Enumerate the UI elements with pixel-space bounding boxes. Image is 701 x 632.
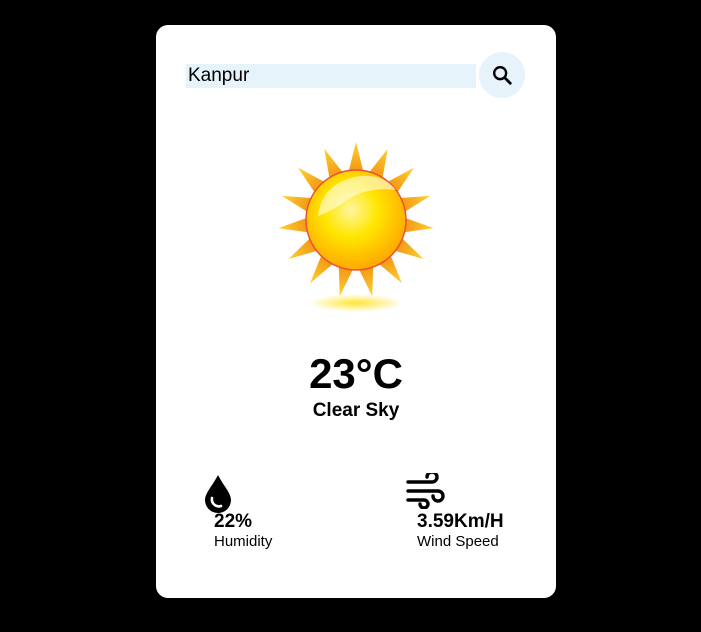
water-drop-icon: [205, 475, 231, 513]
sun-icon: [278, 142, 434, 312]
search-bar: [186, 52, 526, 100]
humidity-label: Humidity: [214, 533, 273, 550]
wind-speed-label: Wind Speed: [417, 533, 499, 550]
search-button[interactable]: [479, 52, 525, 98]
wind-speed-value: 3.59Km/H: [417, 511, 504, 532]
weather-condition: Clear Sky: [312, 400, 400, 421]
wind-icon: [406, 473, 445, 509]
humidity-value: 22%: [214, 511, 253, 532]
temperature: 23°C: [309, 350, 403, 397]
weather-card: 23°C Clear Sky 22% Humidity 3.59Km/H Win…: [156, 25, 556, 598]
city-search-input[interactable]: [186, 64, 476, 88]
search-icon: [493, 66, 512, 85]
